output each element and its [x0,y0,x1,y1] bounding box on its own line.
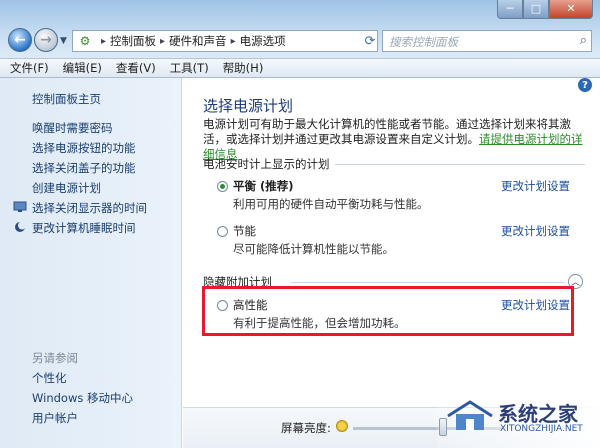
sidebar-item-close-lid[interactable]: 选择关闭盖子的功能 [32,160,136,176]
plan-radio-balanced[interactable] [217,181,228,192]
plan-desc-power-saver: 尽可能降低计算机性能以节能。 [233,242,394,256]
watermark-title: 系统之家 [498,402,578,426]
help-icon[interactable]: ? [578,78,592,92]
recent-pages-dropdown[interactable]: ▼ [60,36,67,46]
breadcrumb-separator-icon[interactable]: ▸ [160,36,165,47]
menu-view[interactable]: 查看(V) [116,60,156,76]
back-arrow-icon: ← [14,32,26,48]
back-button[interactable]: ← [8,28,32,52]
sidebar-item-create-plan[interactable]: 创建电源计划 [32,180,101,196]
battery-section-title: 电池安时计上显示的计划 [203,157,330,171]
plan-desc-high-performance: 有利于提高性能，但会增加功耗。 [233,316,406,330]
sidebar-item-power-button[interactable]: 选择电源按钮的功能 [32,140,136,156]
change-plan-high-performance-link[interactable]: 更改计划设置 [501,297,570,313]
breadcrumb-separator-icon[interactable]: ▸ [101,36,106,47]
breadcrumb-separator-icon[interactable]: ▸ [231,36,236,47]
window: ─ □ ✕ ← → ▼ ⚙ ▸ 控制面板 ▸ 硬件和声音 ▸ 电源选项 ⟳ 搜索… [0,0,600,448]
menu-file[interactable]: 文件(F) [10,60,49,76]
breadcrumb-control-panel[interactable]: 控制面板 [110,33,156,49]
plan-name-balanced[interactable]: 平衡 (推荐) [233,178,294,194]
menu-help[interactable]: 帮助(H) [223,60,264,76]
address-bar[interactable]: ⚙ ▸ 控制面板 ▸ 硬件和声音 ▸ 电源选项 [72,30,378,52]
see-also-personalization[interactable]: 个性化 [32,370,67,386]
brightness-label: 屏幕亮度: [281,421,331,435]
title-bar: ─ □ ✕ [0,0,600,22]
house-logo-icon [444,398,498,432]
plan-desc-balanced: 利用可用的硬件自动平衡功耗与性能。 [233,197,429,211]
page-title: 选择电源计划 [203,97,294,115]
menu-edit[interactable]: 编辑(E) [63,60,102,76]
sidebar-home-link[interactable]: 控制面板主页 [32,91,101,107]
monitor-icon [12,200,28,214]
search-input[interactable]: 搜索控制面板 ⌕ [382,30,592,52]
maximize-button[interactable]: □ [523,0,549,19]
see-also-user-accounts[interactable]: 用户帐户 [32,410,78,426]
plan-radio-power-saver[interactable] [217,226,228,237]
forward-arrow-icon: → [40,32,52,48]
menu-bar: 文件(F) 编辑(E) 查看(V) 工具(T) 帮助(H) [0,58,600,78]
refresh-icon[interactable]: ⟳ [360,30,380,52]
sidebar-item-wake-password[interactable]: 唤醒时需要密码 [32,120,113,136]
sun-icon [336,420,348,432]
section-divider [291,282,565,283]
see-also-mobility-center[interactable]: Windows 移动中心 [32,390,133,406]
sidebar-item-display-off[interactable]: 选择关闭显示器的时间 [32,200,147,216]
forward-button[interactable]: → [34,28,58,52]
plan-name-power-saver[interactable]: 节能 [233,223,256,239]
breadcrumb-power-options[interactable]: 电源选项 [240,33,286,49]
change-plan-power-saver-link[interactable]: 更改计划设置 [501,223,570,239]
change-plan-balanced-link[interactable]: 更改计划设置 [501,178,570,194]
breadcrumb-hardware-sound[interactable]: 硬件和声音 [169,33,227,49]
watermark-url: XITONGZHIJIA.NET [500,424,583,434]
search-icon[interactable]: ⌕ [580,33,587,48]
plan-radio-high-performance[interactable] [217,300,228,311]
search-placeholder: 搜索控制面板 [389,35,458,49]
menu-tools[interactable]: 工具(T) [170,60,209,76]
minimize-button[interactable]: ─ [497,0,523,19]
close-button[interactable]: ✕ [549,0,593,19]
section-divider [335,164,585,165]
control-panel-icon: ⚙ [79,34,91,48]
sidebar: 控制面板主页 唤醒时需要密码 选择电源按钮的功能 选择关闭盖子的功能 创建电源计… [0,78,182,448]
moon-icon [12,220,28,234]
plan-name-high-performance[interactable]: 高性能 [233,297,268,313]
see-also-title: 另请参阅 [32,351,78,365]
sidebar-item-sleep-time[interactable]: 更改计算机睡眠时间 [32,220,136,236]
navigation-bar: ← → ▼ ⚙ ▸ 控制面板 ▸ 硬件和声音 ▸ 电源选项 ⟳ 搜索控制面板 ⌕ [0,22,600,58]
